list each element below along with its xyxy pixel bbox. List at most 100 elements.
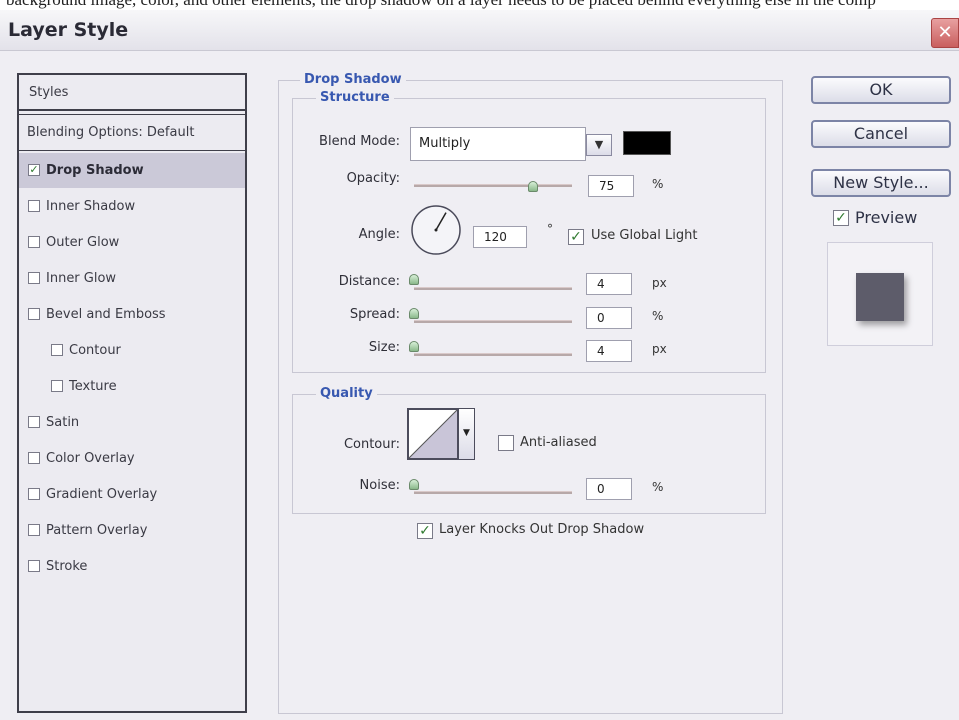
spread-unit: % xyxy=(652,309,664,323)
satin-label: Satin xyxy=(46,415,80,430)
opacity-value: 75 xyxy=(599,179,615,193)
ok-button[interactable]: OK xyxy=(811,76,951,104)
distance-slider-track[interactable] xyxy=(414,287,572,290)
pattern-overlay-label: Pattern Overlay xyxy=(46,523,148,538)
page-text-strip: background image, color, and other eleme… xyxy=(0,0,959,10)
drop-shadow-group-title: Drop Shadow xyxy=(300,72,406,87)
size-slider-thumb[interactable] xyxy=(409,341,419,352)
noise-slider-thumb[interactable] xyxy=(409,479,419,490)
blend-mode-select[interactable]: Multiply xyxy=(410,127,586,161)
contour-label: Contour xyxy=(69,343,121,358)
contour-checkbox[interactable] xyxy=(51,344,63,356)
noise-slider-track[interactable] xyxy=(414,491,572,494)
title-bar: Layer Style ✕ xyxy=(0,10,959,51)
close-icon: ✕ xyxy=(937,22,953,43)
spread-slider-thumb[interactable] xyxy=(409,308,419,319)
style-item-outer-glow[interactable]: Outer Glow xyxy=(19,225,245,260)
preview-checkbox[interactable]: ✓ xyxy=(833,210,849,226)
opacity-label: Opacity: xyxy=(346,171,400,186)
size-input[interactable]: 4 xyxy=(586,340,632,362)
contour-field-label: Contour: xyxy=(343,437,400,452)
blending-options-item[interactable]: Blending Options: Default xyxy=(19,114,245,151)
angle-input[interactable]: 120 xyxy=(473,226,527,248)
noise-value: 0 xyxy=(597,482,605,496)
noise-unit: % xyxy=(652,480,664,494)
style-item-texture[interactable]: Texture xyxy=(19,369,245,404)
drop-shadow-label: Drop Shadow xyxy=(46,163,144,178)
texture-label: Texture xyxy=(69,379,117,394)
dialog-title: Layer Style xyxy=(8,19,129,41)
quality-title: Quality xyxy=(316,386,377,401)
contour-preview[interactable] xyxy=(407,408,459,460)
distance-slider-thumb[interactable] xyxy=(409,274,419,285)
spread-value: 0 xyxy=(597,311,605,325)
close-button[interactable]: ✕ xyxy=(931,18,959,48)
styles-header[interactable]: Styles xyxy=(19,75,245,111)
use-global-light-checkbox[interactable]: ✓ xyxy=(568,229,584,245)
gradient-overlay-label: Gradient Overlay xyxy=(46,487,158,502)
outer-glow-checkbox[interactable] xyxy=(28,236,40,248)
stroke-checkbox[interactable] xyxy=(28,560,40,572)
spread-label: Spread: xyxy=(349,307,400,322)
chevron-down-icon[interactable]: ▼ xyxy=(586,134,612,156)
style-item-pattern-overlay[interactable]: Pattern Overlay xyxy=(19,513,245,548)
size-label: Size: xyxy=(368,340,400,355)
inner-glow-checkbox[interactable] xyxy=(28,272,40,284)
blending-options-label: Blending Options: Default xyxy=(27,125,195,140)
gradient-overlay-checkbox[interactable] xyxy=(28,488,40,500)
layer-knocks-out-label: Layer Knocks Out Drop Shadow xyxy=(439,522,645,537)
preview-swatch xyxy=(856,273,904,321)
noise-input[interactable]: 0 xyxy=(586,478,632,500)
angle-value: 120 xyxy=(484,230,507,244)
style-item-contour[interactable]: Contour xyxy=(19,333,245,368)
size-value: 4 xyxy=(597,344,605,358)
size-slider-track[interactable] xyxy=(414,353,572,356)
distance-label: Distance: xyxy=(338,274,400,289)
contour-dropdown-chevron-icon[interactable]: ▼ xyxy=(458,408,475,460)
spread-input[interactable]: 0 xyxy=(586,307,632,329)
style-item-stroke[interactable]: Stroke xyxy=(19,549,245,584)
anti-aliased-label: Anti-aliased xyxy=(520,435,597,450)
style-item-inner-glow[interactable]: Inner Glow xyxy=(19,261,245,296)
angle-dial[interactable] xyxy=(410,204,462,256)
angle-unit: ° xyxy=(547,222,553,236)
opacity-slider-track[interactable] xyxy=(414,184,572,187)
preview-label: Preview xyxy=(855,208,918,227)
contour-curve-icon xyxy=(408,409,458,459)
satin-checkbox[interactable] xyxy=(28,416,40,428)
opacity-input[interactable]: 75 xyxy=(588,175,634,197)
shadow-color-swatch[interactable] xyxy=(623,131,671,155)
page-text-top: background image, color, and other eleme… xyxy=(6,0,876,9)
style-item-bevel-emboss[interactable]: Bevel and Emboss xyxy=(19,297,245,332)
size-unit: px xyxy=(652,342,667,356)
style-item-inner-shadow[interactable]: Inner Shadow xyxy=(19,189,245,224)
bevel-emboss-checkbox[interactable] xyxy=(28,308,40,320)
bevel-emboss-label: Bevel and Emboss xyxy=(46,307,166,322)
color-overlay-checkbox[interactable] xyxy=(28,452,40,464)
blend-mode-value: Multiply xyxy=(419,136,471,151)
style-item-gradient-overlay[interactable]: Gradient Overlay xyxy=(19,477,245,512)
outer-glow-label: Outer Glow xyxy=(46,235,120,250)
drop-shadow-checkbox[interactable]: ✓ xyxy=(28,164,40,176)
style-item-color-overlay[interactable]: Color Overlay xyxy=(19,441,245,476)
noise-label: Noise: xyxy=(359,478,400,493)
preview-swatch-box xyxy=(827,242,933,346)
layer-knocks-out-checkbox[interactable]: ✓ xyxy=(417,523,433,539)
new-style-button[interactable]: New Style... xyxy=(811,169,951,197)
style-item-drop-shadow[interactable]: ✓ Drop Shadow xyxy=(19,153,245,188)
quality-group xyxy=(292,394,766,514)
styles-list: Styles Blending Options: Default ✓ Drop … xyxy=(17,73,247,713)
opacity-slider-thumb[interactable] xyxy=(527,181,538,192)
distance-input[interactable]: 4 xyxy=(586,273,632,295)
angle-dial-icon xyxy=(411,205,461,255)
pattern-overlay-checkbox[interactable] xyxy=(28,524,40,536)
texture-checkbox[interactable] xyxy=(51,380,63,392)
inner-shadow-checkbox[interactable] xyxy=(28,200,40,212)
inner-glow-label: Inner Glow xyxy=(46,271,117,286)
style-item-satin[interactable]: Satin xyxy=(19,405,245,440)
stroke-label: Stroke xyxy=(46,559,88,574)
anti-aliased-checkbox[interactable] xyxy=(498,435,514,451)
cancel-button[interactable]: Cancel xyxy=(811,120,951,148)
opacity-unit: % xyxy=(652,177,664,191)
spread-slider-track[interactable] xyxy=(414,320,572,323)
